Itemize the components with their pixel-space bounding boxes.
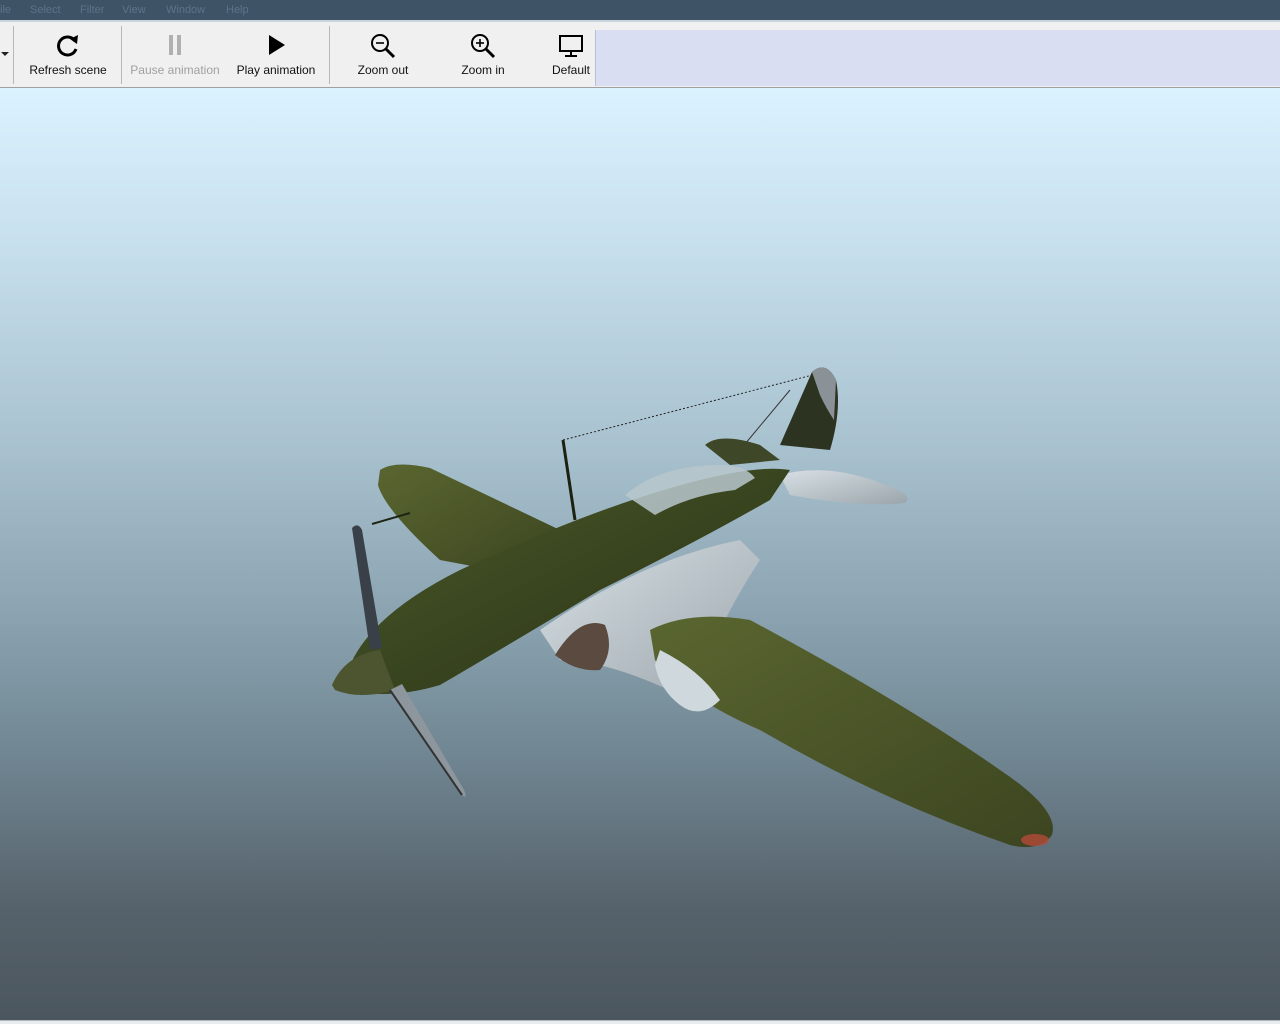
menu-filter[interactable]: Filter <box>80 4 104 16</box>
play-animation-button[interactable]: Play animation <box>230 22 322 86</box>
chevron-down-icon[interactable] <box>1 52 9 56</box>
wingtip-light <box>1021 834 1049 846</box>
pause-animation-button[interactable]: Pause animation <box>126 22 224 86</box>
3d-viewport[interactable] <box>0 88 1280 1020</box>
propeller-blade <box>352 525 382 650</box>
left-stabilizer <box>705 438 780 465</box>
pause-animation-label: Pause animation <box>130 63 220 77</box>
default-view-label: Default <box>551 63 591 77</box>
monitor-icon <box>559 35 583 57</box>
radio-mast <box>561 439 577 521</box>
aircraft-model[interactable] <box>0 88 1280 1020</box>
zoom-out-button[interactable]: Zoom out <box>340 22 426 86</box>
menu-help[interactable]: Help <box>226 4 249 16</box>
refresh-scene-button[interactable]: Refresh scene <box>24 22 112 86</box>
refresh-icon <box>57 35 78 57</box>
right-stabilizer <box>780 470 908 505</box>
play-icon <box>269 35 285 55</box>
menu-file[interactable]: ile <box>0 4 11 16</box>
toolbar-separator <box>329 26 330 84</box>
zoom-out-label: Zoom out <box>357 63 409 77</box>
zoom-in-icon <box>471 34 496 59</box>
toolbar-empty-area <box>595 30 1280 86</box>
menu-bar: ile Select Filter View Window Help <box>0 0 1280 22</box>
toolbar: Refresh scene Pause animation Play anima… <box>0 22 1280 88</box>
toolbar-separator <box>13 26 14 84</box>
right-wing <box>650 616 1053 848</box>
menu-select[interactable]: Select <box>30 4 61 16</box>
menu-window[interactable]: Window <box>166 4 205 16</box>
status-bar <box>0 1020 1280 1024</box>
zoom-in-label: Zoom in <box>461 63 505 77</box>
pause-icon <box>169 35 181 55</box>
antenna-wire <box>562 372 821 441</box>
toolbar-separator <box>121 26 122 84</box>
propeller-blade <box>390 684 466 797</box>
zoom-out-icon <box>371 34 396 59</box>
zoom-in-button[interactable]: Zoom in <box>440 22 526 86</box>
default-view-button[interactable]: Default <box>540 22 602 86</box>
menu-view[interactable]: View <box>122 4 146 16</box>
refresh-scene-label: Refresh scene <box>29 63 107 77</box>
propeller-edge <box>389 689 463 796</box>
play-animation-label: Play animation <box>236 63 316 77</box>
